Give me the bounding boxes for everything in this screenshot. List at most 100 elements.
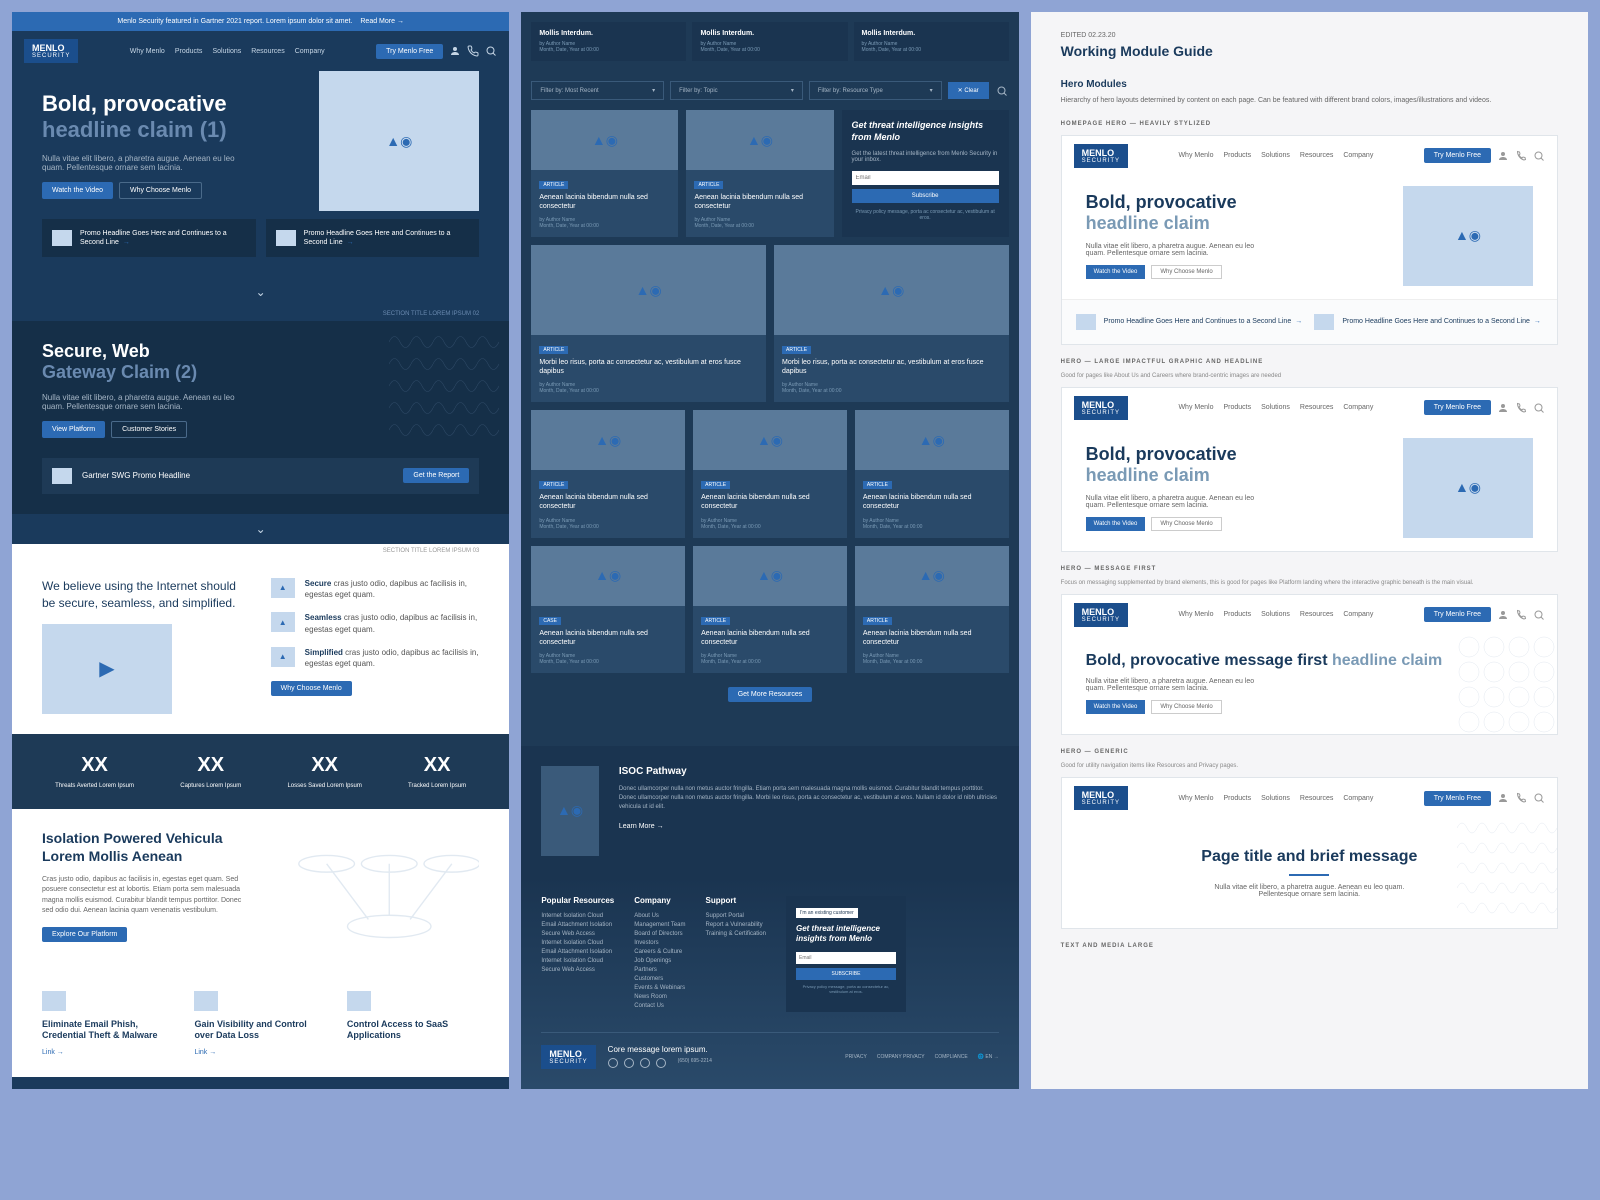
footer-link[interactable]: Customers — [634, 976, 685, 982]
resource-card[interactable]: ▲◉CASEAenean lacinia bibendum nulla sed … — [531, 546, 685, 673]
try-free-button[interactable]: Try Menlo Free — [376, 44, 443, 59]
legal-link[interactable]: PRIVACY — [845, 1054, 867, 1060]
promo-card[interactable]: Promo Headline Goes Here and Continues t… — [1314, 314, 1543, 330]
watch-video-button[interactable]: Watch the Video — [42, 182, 113, 199]
nav-item[interactable]: Resources — [1300, 611, 1333, 618]
announce-link[interactable]: Read More → — [360, 18, 404, 25]
nav-item[interactable]: Why Menlo — [1178, 795, 1213, 802]
watch-video-button[interactable]: Watch the Video — [1086, 265, 1146, 279]
subscribe-button[interactable]: Subscribe — [852, 189, 999, 203]
phone-icon[interactable] — [1515, 609, 1527, 621]
why-menlo-button[interactable]: Why Choose Menlo — [1151, 517, 1221, 531]
nav-item[interactable]: Resources — [1300, 404, 1333, 411]
why-menlo-button[interactable]: Why Choose Menlo — [1151, 265, 1221, 279]
email-input[interactable] — [796, 952, 896, 964]
video-placeholder[interactable]: ▶ — [42, 624, 172, 714]
nav-item[interactable]: Why Menlo — [1178, 611, 1213, 618]
person-icon[interactable] — [1497, 150, 1509, 162]
why-menlo-button[interactable]: Why Choose Menlo — [1151, 700, 1221, 714]
get-report-button[interactable]: Get the Report — [403, 468, 469, 483]
logo[interactable]: MENLOSECURITY — [1074, 603, 1128, 627]
nav-item[interactable]: Products — [1223, 152, 1251, 159]
footer-link[interactable]: Careers & Culture — [634, 949, 685, 955]
nav-item[interactable]: Company — [1343, 152, 1373, 159]
learn-more-link[interactable]: Learn More → — [619, 823, 664, 830]
feature-link[interactable]: Link → — [194, 1049, 216, 1056]
nav-item[interactable]: Resources — [1300, 152, 1333, 159]
nav-item[interactable]: Solutions — [212, 48, 241, 55]
nav-item[interactable]: Products — [175, 48, 203, 55]
person-icon[interactable] — [1497, 402, 1509, 414]
nav-item[interactable]: Solutions — [1261, 795, 1290, 802]
logo[interactable]: MENLOSECURITY — [1074, 144, 1128, 168]
get-more-button[interactable]: Get More Resources — [728, 687, 813, 702]
lang-selector[interactable]: EN → — [985, 1054, 998, 1060]
email-input[interactable] — [852, 171, 999, 185]
nav-item[interactable]: Company — [295, 48, 325, 55]
filter-recent[interactable]: Filter by: Most Recent▾ — [531, 81, 664, 100]
footer-link[interactable]: Report a Vulnerability — [706, 922, 766, 928]
footer-link[interactable]: Secure Web Access — [541, 967, 614, 973]
resource-card[interactable]: ▲◉ARTICLEAenean lacinia bibendum nulla s… — [531, 110, 678, 237]
promo-card[interactable]: Promo Headline Goes Here and Continues t… — [266, 219, 480, 257]
chevron-down-icon[interactable]: ⌄ — [12, 514, 509, 544]
mini-card[interactable]: Mollis Interdum.by Author NameMonth, Dat… — [692, 22, 847, 61]
search-icon[interactable] — [1533, 792, 1545, 804]
watch-video-button[interactable]: Watch the Video — [1086, 700, 1146, 714]
logo[interactable]: MENLOSECURITY — [541, 1045, 595, 1069]
nav-item[interactable]: Company — [1343, 795, 1373, 802]
phone-icon[interactable] — [1515, 402, 1527, 414]
search-icon[interactable] — [995, 85, 1009, 97]
try-free-button[interactable]: Try Menlo Free — [1424, 400, 1491, 415]
footer-link[interactable]: Internet Isolation Cloud — [541, 958, 614, 964]
phone-icon[interactable] — [467, 45, 479, 57]
footer-link[interactable]: Partners — [634, 967, 685, 973]
person-icon[interactable] — [1497, 609, 1509, 621]
nav-item[interactable]: Products — [1223, 611, 1251, 618]
resource-card[interactable]: ▲◉ARTICLEAenean lacinia bibendum nulla s… — [531, 410, 685, 537]
logo[interactable]: MENLOSECURITY — [24, 39, 78, 63]
nav-item[interactable]: Company — [1343, 404, 1373, 411]
footer-link[interactable]: Board of Directors — [634, 931, 685, 937]
footer-link[interactable]: Support Portal — [706, 913, 766, 919]
logo[interactable]: MENLOSECURITY — [1074, 396, 1128, 420]
search-icon[interactable] — [1533, 150, 1545, 162]
promo-card[interactable]: Promo Headline Goes Here and Continues t… — [42, 219, 256, 257]
nav-item[interactable]: Solutions — [1261, 404, 1290, 411]
nav-item[interactable]: Why Menlo — [1178, 152, 1213, 159]
mini-card[interactable]: Mollis Interdum.by Author NameMonth, Dat… — [854, 22, 1009, 61]
footer-link[interactable]: Internet Isolation Cloud — [541, 913, 614, 919]
try-free-button[interactable]: Try Menlo Free — [1424, 791, 1491, 806]
promo-card[interactable]: Promo Headline Goes Here and Continues t… — [1076, 314, 1305, 330]
nav-item[interactable]: Why Menlo — [130, 48, 165, 55]
why-menlo-button[interactable]: Why Choose Menlo — [271, 681, 352, 696]
social-icon[interactable] — [640, 1058, 650, 1068]
phone-icon[interactable] — [1515, 792, 1527, 804]
watch-video-button[interactable]: Watch the Video — [1086, 517, 1146, 531]
feature-link[interactable]: Link → — [42, 1049, 64, 1056]
resource-card[interactable]: ▲◉ARTICLEAenean lacinia bibendum nulla s… — [693, 546, 847, 673]
nav-item[interactable]: Resources — [1300, 795, 1333, 802]
legal-link[interactable]: COMPANY PRIVACY — [877, 1054, 925, 1060]
nav-item[interactable]: Resources — [251, 48, 284, 55]
social-icon[interactable] — [608, 1058, 618, 1068]
resource-card[interactable]: ▲◉ARTICLEAenean lacinia bibendum nulla s… — [693, 410, 847, 537]
resource-card[interactable]: ▲◉ARTICLEMorbi leo risus, porta ac conse… — [774, 245, 1009, 402]
social-icon[interactable] — [656, 1058, 666, 1068]
nav-item[interactable]: Company — [1343, 611, 1373, 618]
resource-card[interactable]: ▲◉ARTICLEAenean lacinia bibendum nulla s… — [855, 546, 1009, 673]
resource-card[interactable]: ▲◉ARTICLEAenean lacinia bibendum nulla s… — [855, 410, 1009, 537]
search-icon[interactable] — [1533, 609, 1545, 621]
person-icon[interactable] — [449, 45, 461, 57]
subscribe-button[interactable]: SUBSCRIBE — [796, 968, 896, 980]
nav-item[interactable]: Solutions — [1261, 152, 1290, 159]
footer-link[interactable]: Internet Isolation Cloud — [541, 940, 614, 946]
footer-link[interactable]: Events & Webinars — [634, 985, 685, 991]
why-menlo-button[interactable]: Why Choose Menlo — [119, 182, 202, 199]
person-icon[interactable] — [1497, 792, 1509, 804]
try-free-button[interactable]: Try Menlo Free — [1424, 148, 1491, 163]
explore-platform-button[interactable]: Explore Our Platform — [42, 927, 127, 942]
nav-item[interactable]: Products — [1223, 404, 1251, 411]
phone-icon[interactable] — [1515, 150, 1527, 162]
footer-link[interactable]: Management Team — [634, 922, 685, 928]
